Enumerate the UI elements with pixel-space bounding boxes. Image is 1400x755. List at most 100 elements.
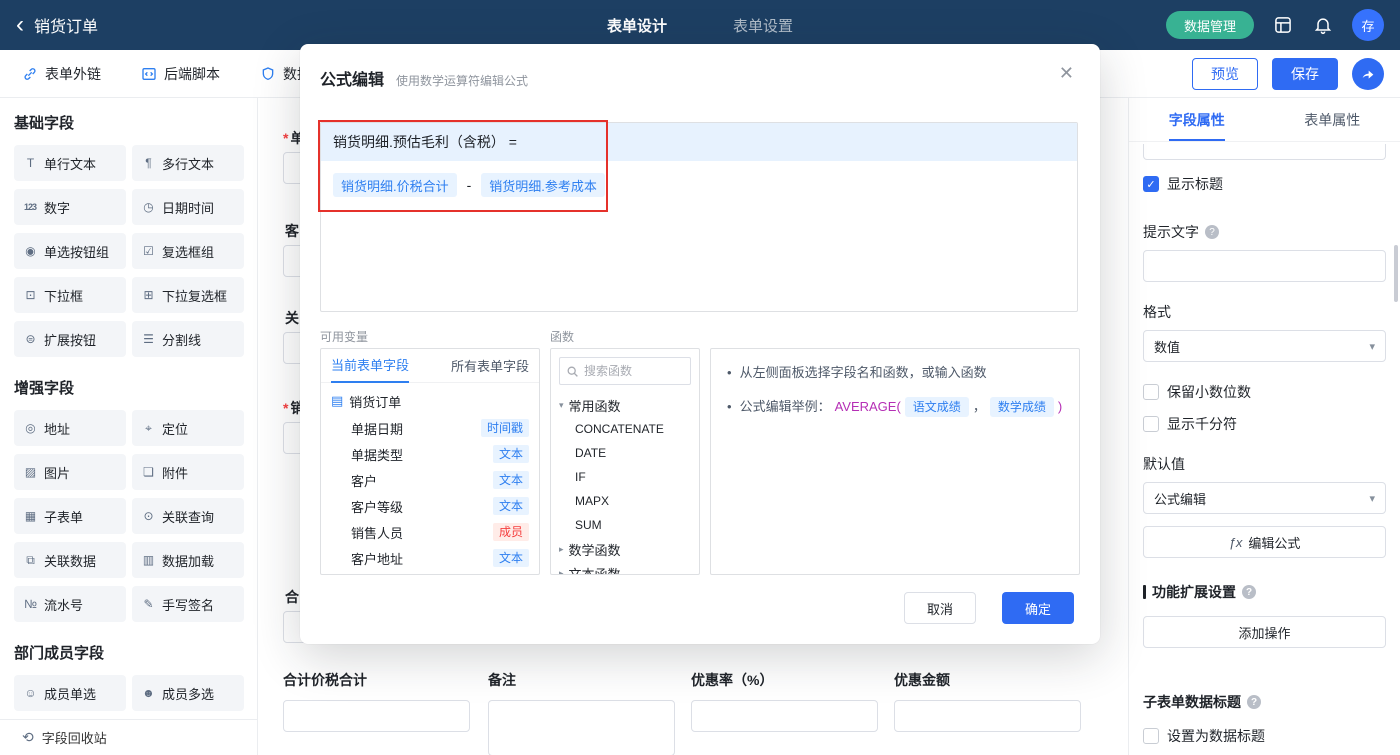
palette-item-address[interactable]: ◎ 地址 — [14, 410, 126, 446]
checkbox-icon[interactable] — [1143, 416, 1159, 432]
search-icon — [567, 366, 578, 377]
palette-item-radio-group[interactable]: ◉ 单选按钮组 — [14, 233, 126, 269]
set-data-title-checkbox-row[interactable]: 设置为数据标题 — [1143, 726, 1386, 746]
format-select[interactable]: 数值 ▾ — [1143, 330, 1386, 362]
palette-item-image[interactable]: ▨ 图片 — [14, 454, 126, 490]
palette-item-signature[interactable]: ✎ 手写签名 — [132, 586, 244, 622]
variable-row[interactable]: 销售人员 成员 — [321, 519, 539, 545]
checkbox-icon[interactable] — [1143, 728, 1159, 744]
keep-decimal-checkbox-row[interactable]: 保留小数位数 — [1143, 382, 1386, 402]
discount-rate-input[interactable] — [691, 700, 878, 732]
external-link-item[interactable]: 表单外链 — [22, 64, 101, 84]
palette-item-multi-dropdown[interactable]: ⊞ 下拉复选框 — [132, 277, 244, 313]
document-icon: ▤ — [331, 393, 344, 408]
close-icon[interactable]: ✕ — [1059, 64, 1074, 82]
formula-expression-line[interactable]: 销货明细.价税合计 - 销货明细.参考成本 — [333, 173, 1065, 197]
formula-field-chip[interactable]: 销货明细.价税合计 — [333, 173, 457, 197]
palette-item-label: 关联数据 — [44, 553, 97, 569]
variable-row[interactable]: 单据日期 时间戳 — [321, 415, 539, 441]
function-item[interactable]: DATE — [551, 441, 699, 465]
formula-field-chip[interactable]: 销货明细.参考成本 — [481, 173, 605, 197]
palette-item-member-multi[interactable]: ☻ 成员多选 — [132, 675, 244, 711]
total-input[interactable] — [283, 700, 470, 732]
avatar[interactable]: 存 — [1352, 9, 1384, 41]
formula-editor[interactable]: 销货明细.预估毛利（含税） = 销货明细.价税合计 - 销货明细.参考成本 — [320, 122, 1078, 312]
palette-item-subform[interactable]: ▦ 子表单 — [14, 498, 126, 534]
function-group-text[interactable]: ▸ 文本函数 — [551, 561, 699, 575]
tab-form-design[interactable]: 表单设计 — [607, 15, 667, 36]
palette-item-datetime[interactable]: ◷ 日期时间 — [132, 189, 244, 225]
tab-form-properties[interactable]: 表单属性 — [1265, 98, 1400, 141]
variable-row[interactable]: 客户等级 文本 — [321, 493, 539, 519]
panel-scrollbar[interactable] — [1394, 245, 1398, 302]
default-value-select[interactable]: 公式编辑 ▾ — [1143, 482, 1386, 514]
palette-item-number[interactable]: 123 数字 — [14, 189, 126, 225]
function-search-input[interactable] — [584, 364, 674, 378]
palette-item-divider[interactable]: ☰ 分割线 — [132, 321, 244, 357]
share-icon[interactable] — [1352, 57, 1384, 90]
palette-item-multi-text[interactable]: ¶ 多行文本 — [132, 145, 244, 181]
function-item[interactable]: CONCATENATE — [551, 417, 699, 441]
help-icon[interactable]: ? — [1247, 695, 1261, 709]
external-link-label: 表单外链 — [45, 65, 101, 82]
backend-script-item[interactable]: 后端脚本 — [141, 64, 220, 84]
formula-target-line[interactable]: 销货明细.预估毛利（含税） = — [321, 123, 1077, 161]
tab-current-form-fields[interactable]: 当前表单字段 — [331, 349, 410, 383]
variable-row[interactable]: 单据类型 文本 — [321, 441, 539, 467]
variable-row[interactable]: 文本 — [321, 571, 539, 574]
palette-item-label: 复选框组 — [162, 244, 215, 260]
function-item[interactable]: MAPX — [551, 489, 699, 513]
confirm-button[interactable]: 确定 — [1002, 592, 1074, 624]
palette-item-serial-number[interactable]: № 流水号 — [14, 586, 126, 622]
thousand-sep-checkbox-row[interactable]: 显示千分符 — [1143, 414, 1386, 434]
palette-item-label: 成员多选 — [162, 686, 215, 702]
palette-item-member-single[interactable]: ☺ 成员单选 — [14, 675, 126, 711]
preview-button[interactable]: 预览 — [1192, 57, 1258, 90]
data-manage-button[interactable]: 数据管理 — [1165, 11, 1254, 39]
palette-item-dropdown[interactable]: ⊡ 下拉框 — [14, 277, 126, 313]
subform-data-title-header: 子表单数据标题 ? — [1143, 692, 1386, 712]
help-icon[interactable]: ? — [1242, 585, 1256, 599]
palette-item-related-query[interactable]: ⊙ 关联查询 — [132, 498, 244, 534]
back-icon[interactable]: ‹ — [16, 13, 24, 37]
chevron-down-icon: ▾ — [1369, 492, 1375, 505]
palette-item-data-load[interactable]: ▥ 数据加载 — [132, 542, 244, 578]
variable-tree-root[interactable]: ▤ 销货订单 — [321, 387, 539, 415]
palette-item-extend-button[interactable]: ⊜ 扩展按钮 — [14, 321, 126, 357]
hint-text-input[interactable] — [1143, 250, 1386, 282]
checkbox-icon[interactable] — [1143, 384, 1159, 400]
variable-row[interactable]: 客户地址 文本 — [321, 545, 539, 571]
palette-item-single-text[interactable]: T 单行文本 — [14, 145, 126, 181]
checkbox-icon[interactable]: ✓ — [1143, 176, 1159, 192]
tab-field-properties[interactable]: 字段属性 — [1129, 98, 1265, 141]
function-group-common[interactable]: ▾ 常用函数 — [551, 393, 699, 417]
add-action-button[interactable]: 添加操作 — [1143, 616, 1386, 648]
form-field-remark: 备注 — [488, 670, 675, 755]
location-icon: ⌖ — [145, 420, 152, 435]
palette-item-attachment[interactable]: ❏ 附件 — [132, 454, 244, 490]
palette-item-location[interactable]: ⌖ 定位 — [132, 410, 244, 446]
function-item[interactable]: SUM — [551, 513, 699, 537]
show-title-checkbox-row[interactable]: ✓ 显示标题 — [1143, 174, 1386, 194]
function-search[interactable] — [559, 357, 691, 385]
remark-input[interactable] — [488, 700, 675, 755]
clipped-input[interactable] — [1143, 144, 1386, 160]
function-group-math[interactable]: ▸ 数学函数 — [551, 537, 699, 561]
edit-formula-button[interactable]: ƒx 编辑公式 — [1143, 526, 1386, 558]
tab-form-settings[interactable]: 表单设置 — [733, 15, 793, 36]
palette-item-related-data[interactable]: ⧉ 关联数据 — [14, 542, 126, 578]
tab-all-form-fields[interactable]: 所有表单字段 — [451, 349, 529, 383]
bell-icon[interactable] — [1312, 14, 1334, 36]
field-recycle-bin[interactable]: ⟲ 字段回收站 — [0, 719, 257, 755]
extend-button-icon: ⊜ — [25, 332, 35, 346]
discount-amount-input[interactable] — [894, 700, 1081, 732]
function-item[interactable]: IF — [551, 465, 699, 489]
help-icon[interactable]: ? — [1205, 225, 1219, 239]
save-button[interactable]: 保存 — [1272, 57, 1338, 90]
cancel-button[interactable]: 取消 — [904, 592, 976, 624]
apps-icon[interactable] — [1272, 14, 1294, 36]
variable-row[interactable]: 客户 文本 — [321, 467, 539, 493]
palette-item-checkbox-group[interactable]: ☑ 复选框组 — [132, 233, 244, 269]
thousand-sep-label: 显示千分符 — [1167, 416, 1237, 432]
palette-item-label: 子表单 — [44, 509, 84, 525]
